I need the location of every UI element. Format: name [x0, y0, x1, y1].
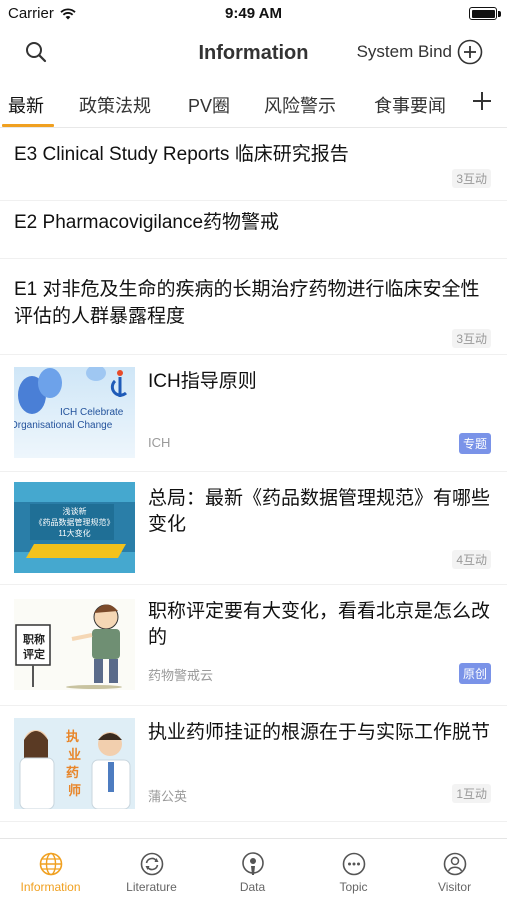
- article-title: E3 Clinical Study Reports 临床研究报告: [14, 144, 349, 165]
- topic-tag: 专题: [458, 433, 491, 454]
- article-title: 职称评定要有大变化，看看北京是怎么改的: [148, 601, 491, 648]
- thumb-text: 师: [68, 783, 82, 798]
- tab-policy[interactable]: 政策法规: [79, 92, 151, 118]
- article-item[interactable]: ICH Celebrate Organisational Change ICH指…: [0, 355, 507, 472]
- plus-circle-icon: [457, 39, 483, 65]
- article-source: 药物警戒云: [148, 668, 214, 683]
- article-title: 执业药师挂证的根源在于与实际工作脱节: [148, 722, 491, 743]
- podcast-icon: [241, 852, 264, 875]
- article-item[interactable]: E3 Clinical Study Reports 临床研究报告 3互动: [0, 129, 507, 201]
- battery-cap: [498, 11, 501, 17]
- thumb-text: Organisational Change: [14, 420, 113, 431]
- bottom-tab-label: Topic: [339, 880, 368, 894]
- status-bar: Carrier 9:49 AM: [0, 0, 507, 28]
- nav-bar: Information System Bind: [0, 28, 507, 78]
- article-item[interactable]: 职称 评定 职称评定要有大变化，看看北京是怎么改的 药物警戒云 原创: [0, 585, 507, 706]
- tab-latest[interactable]: 最新: [8, 92, 44, 118]
- article-title: E1 对非危及生命的疾病的长期治疗药物进行临床安全性评估的人群暴露程度: [14, 279, 480, 327]
- interaction-count: 1互动: [452, 784, 491, 803]
- add-tab-icon[interactable]: [471, 88, 493, 114]
- system-bind-button[interactable]: System Bind: [357, 39, 483, 65]
- tab-risk-warning[interactable]: 风险警示: [264, 92, 336, 118]
- topic-tag: 原创: [458, 663, 491, 684]
- article-source: 蒲公英: [148, 789, 188, 804]
- article-feed: E3 Clinical Study Reports 临床研究报告 3互动 E2 …: [0, 129, 507, 822]
- battery-icon: [469, 7, 497, 20]
- thumb-text: 业: [68, 747, 82, 762]
- thumb-text: 职称: [23, 634, 45, 646]
- thumb-text: ICH Celebrate: [60, 407, 124, 418]
- article-item[interactable]: 执 业 药 师 执业药师挂证的根源在于与实际工作脱节 蒲公英 1互动: [0, 706, 507, 822]
- article-item[interactable]: E2 Pharmacovigilance药物警戒: [0, 201, 507, 259]
- bottom-tab-topic[interactable]: Topic: [303, 839, 404, 900]
- bottom-tab-label: Visitor: [437, 880, 472, 894]
- thumb-text: 药: [66, 765, 80, 780]
- tab-pv-circle[interactable]: PV圈: [188, 92, 230, 118]
- status-time: 9:49 AM: [225, 5, 282, 22]
- thumb-text: 浅谈新: [62, 507, 87, 516]
- interaction-count: 3互动: [452, 329, 491, 348]
- article-title: 总局：最新《药品数据管理规范》有哪些变化: [148, 488, 491, 535]
- bottom-tab-visitor[interactable]: Visitor: [404, 839, 505, 900]
- article-title: E2 Pharmacovigilance药物警戒: [14, 212, 280, 233]
- category-tabs: 最新 政策法规 PV圈 风险警示 食事要闻: [0, 78, 507, 128]
- active-tab-indicator: [2, 124, 54, 127]
- user-icon: [443, 852, 466, 876]
- thumb-text: 11大变化: [58, 529, 91, 538]
- bottom-tab-label: Data: [239, 880, 266, 894]
- article-item[interactable]: 浅谈新 《药品数据管理规范》 11大变化 总局：最新《药品数据管理规范》有哪些变…: [0, 472, 507, 585]
- thumb-text: 《药品数据管理规范》: [34, 518, 115, 527]
- thumb-text: 评定: [23, 649, 45, 661]
- bottom-tab-data[interactable]: Data: [202, 839, 303, 900]
- bottom-tab-label: Literature: [126, 880, 177, 894]
- tab-food-news[interactable]: 食事要闻: [374, 92, 446, 118]
- article-source: ICH: [148, 435, 171, 450]
- refresh-icon: [140, 852, 163, 876]
- thumb-text: 执: [66, 729, 80, 744]
- article-thumbnail: 职称 评定: [14, 599, 135, 690]
- interaction-count: 3互动: [452, 169, 491, 188]
- article-thumbnail: 浅谈新 《药品数据管理规范》 11大变化: [14, 482, 135, 573]
- globe-icon: [39, 852, 62, 876]
- bottom-tab-bar: Information Literature Data Topic Visito…: [0, 838, 507, 900]
- bottom-tab-label: Information: [20, 880, 81, 894]
- bottom-tab-information[interactable]: Information: [0, 839, 101, 900]
- interaction-count: 4互动: [452, 550, 491, 569]
- article-thumbnail: 执 业 药 师: [14, 718, 135, 809]
- chat-bubble-icon: [342, 852, 365, 876]
- bottom-tab-literature[interactable]: Literature: [101, 839, 202, 900]
- article-thumbnail: ICH Celebrate Organisational Change: [14, 367, 135, 458]
- article-title: ICH指导原则: [148, 371, 257, 392]
- article-item[interactable]: E1 对非危及生命的疾病的长期治疗药物进行临床安全性评估的人群暴露程度 3互动: [0, 259, 507, 355]
- system-bind-label: System Bind: [356, 42, 452, 61]
